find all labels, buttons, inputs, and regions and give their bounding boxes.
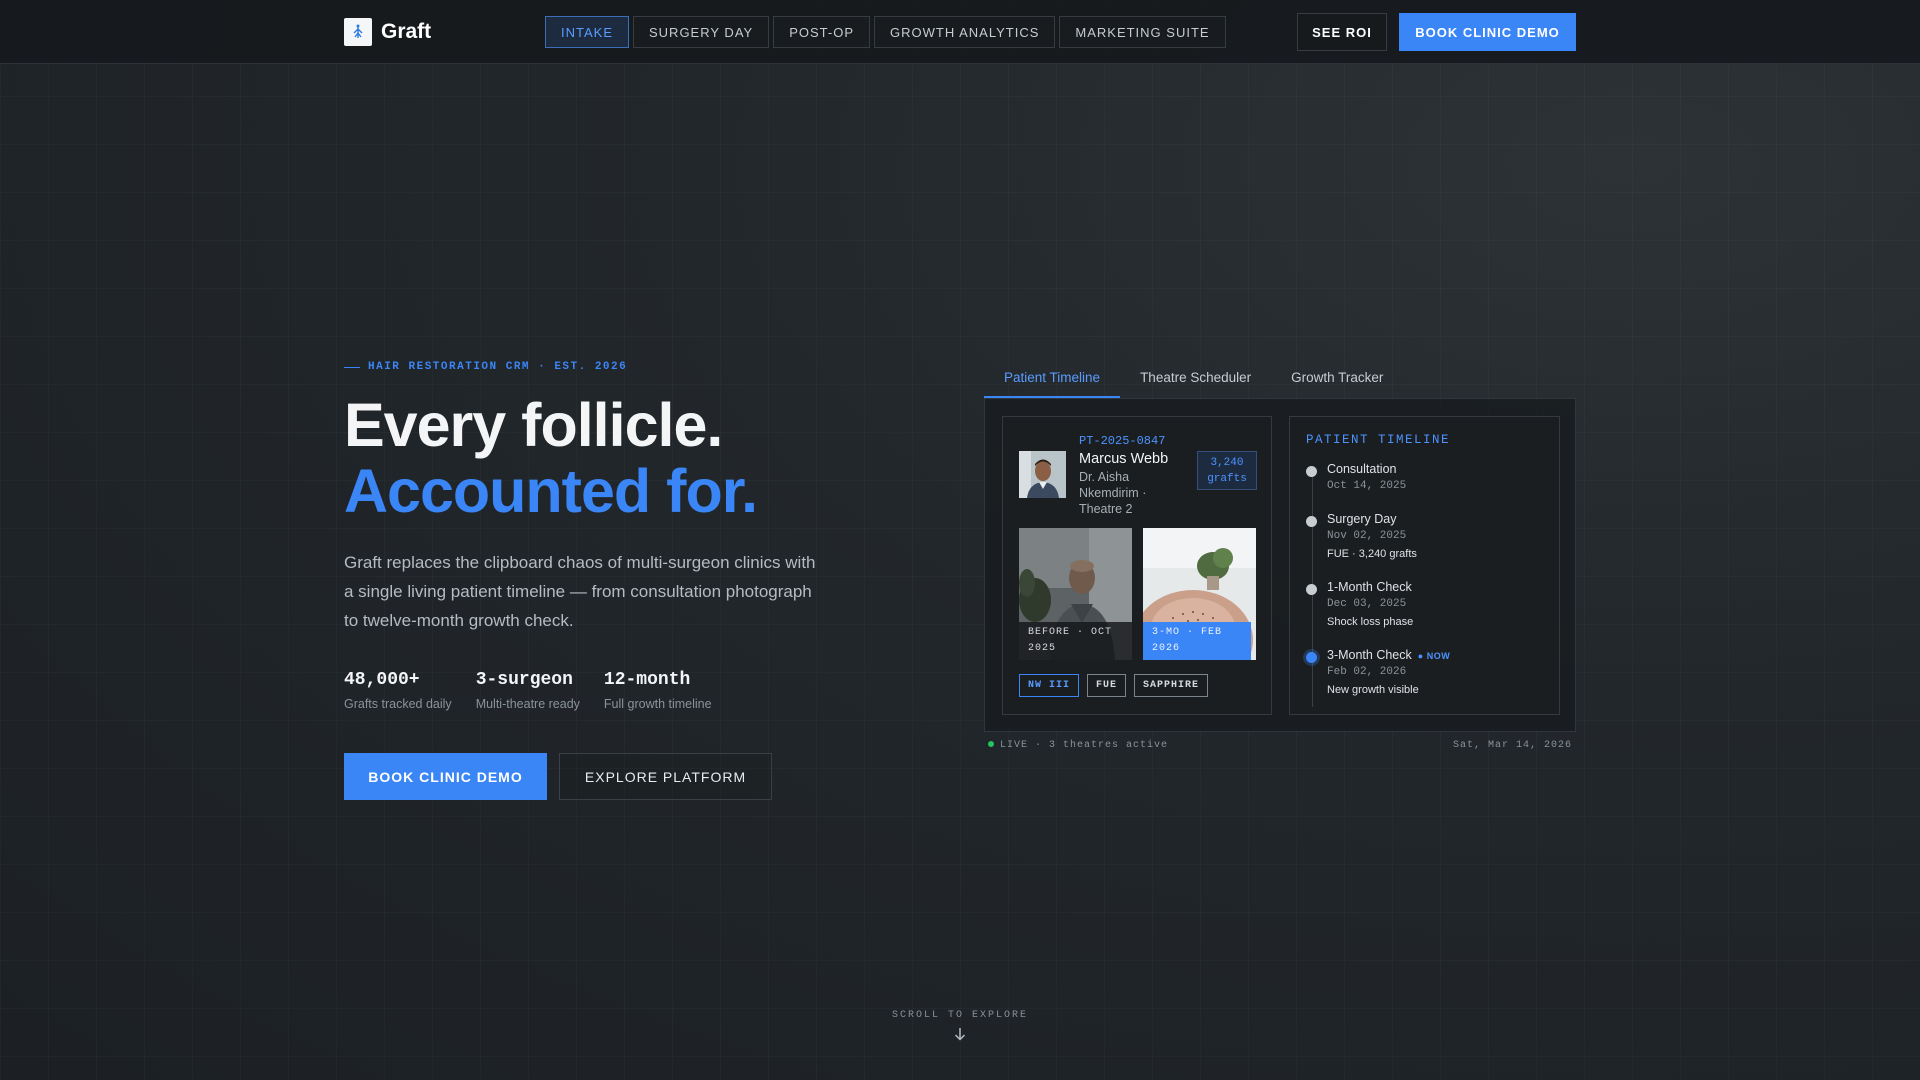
tab-surgery-day[interactable]: SURGERY DAY bbox=[633, 16, 770, 48]
live-status: LIVE · 3 theatres active bbox=[988, 740, 1168, 751]
brand-name: Graft bbox=[381, 20, 432, 43]
timeline-item-name: 1-Month Check bbox=[1327, 580, 1412, 594]
timeline-item-name: 3-Month Check ● NOW bbox=[1327, 648, 1450, 662]
patient-timeline: PATIENT TIMELINE Consultation Oct 14, 20… bbox=[1289, 416, 1560, 715]
status-date: Sat, Mar 14, 2026 bbox=[1452, 740, 1572, 751]
timeline-dot bbox=[1306, 516, 1317, 527]
stat-grafts: 48,000+ Grafts tracked daily bbox=[344, 670, 452, 711]
timeline-dot-current bbox=[1306, 652, 1317, 663]
panel-tabs: Patient Timeline Theatre Scheduler Growt… bbox=[984, 364, 1403, 398]
hero-book-demo-button[interactable]: BOOK CLINIC DEMO bbox=[344, 753, 547, 800]
timeline-item-title: 3-Month Check bbox=[1327, 648, 1412, 662]
tab-marketing-suite[interactable]: MARKETING SUITE bbox=[1059, 16, 1226, 48]
tab-theatre-scheduler[interactable]: Theatre Scheduler bbox=[1120, 364, 1271, 398]
timeline-item-date: Feb 02, 2026 bbox=[1327, 666, 1407, 678]
timeline-title: PATIENT TIMELINE bbox=[1306, 433, 1451, 447]
see-roi-button[interactable]: SEE ROI bbox=[1297, 13, 1387, 51]
now-badge: ● NOW bbox=[1417, 651, 1451, 661]
tab-growth-tracker[interactable]: Growth Tracker bbox=[1271, 364, 1403, 398]
brand[interactable]: Graft bbox=[344, 18, 431, 46]
tab-growth-analytics[interactable]: GROWTH ANALYTICS bbox=[874, 16, 1056, 48]
main-tabs: INTAKE SURGERY DAY POST-OP GROWTH ANALYT… bbox=[545, 16, 1226, 48]
timeline-item-date: Nov 02, 2025 bbox=[1327, 530, 1407, 542]
live-dot-icon bbox=[988, 741, 994, 748]
timeline-item-name: Surgery Day bbox=[1327, 512, 1397, 526]
stat-surgeons: 3-surgeon Multi-theatre ready bbox=[476, 670, 580, 711]
stat-value: 12-month bbox=[603, 670, 691, 690]
stat-value: 48,000+ bbox=[344, 670, 420, 690]
patient-doctor: Dr. Aisha Nkemdirim · Theatre 2 bbox=[1079, 470, 1147, 516]
nav-book-demo-button[interactable]: BOOK CLINIC DEMO bbox=[1399, 13, 1576, 51]
hero-eyebrow: HAIR RESTORATION CRM · EST. 2026 bbox=[344, 361, 627, 373]
stat-label: Multi-theatre ready bbox=[475, 697, 580, 711]
patient-name: Marcus Webb bbox=[1079, 451, 1169, 467]
stat-label: Full growth timeline bbox=[603, 697, 712, 711]
timeline-dot bbox=[1306, 466, 1317, 477]
scroll-hint[interactable]: SCROLL TO EXPLORE bbox=[0, 1010, 1920, 1046]
before-photo[interactable]: BEFORE · OCT 2025 bbox=[1019, 528, 1132, 660]
stat-timeline: 12-month Full growth timeline bbox=[604, 670, 712, 711]
timeline-item-name: Consultation bbox=[1327, 462, 1397, 476]
timeline-item-date: Dec 03, 2025 bbox=[1327, 598, 1407, 610]
explore-platform-button[interactable]: EXPLORE PLATFORM bbox=[559, 753, 772, 800]
patient-panel: PT-2025-0847 Marcus Webb Dr. Aisha Nkemd… bbox=[984, 398, 1576, 732]
arrow-down-icon bbox=[954, 1027, 966, 1046]
hero-headline: Every follicle. Accounted for. bbox=[344, 391, 758, 525]
after-caption: 3-MO · FEB 2026 bbox=[1143, 622, 1251, 660]
before-caption: BEFORE · OCT 2025 bbox=[1019, 622, 1132, 660]
timeline-item-date: Oct 14, 2025 bbox=[1327, 480, 1407, 492]
tab-post-op[interactable]: POST-OP bbox=[773, 16, 870, 48]
eyebrow-text: HAIR RESTORATION CRM · EST. 2026 bbox=[368, 361, 628, 373]
headline-line-2: Accounted for. bbox=[344, 457, 758, 525]
grafts-count: 3,240 bbox=[1210, 457, 1244, 469]
tab-intake[interactable]: INTAKE bbox=[545, 16, 629, 48]
patient-avatar bbox=[1019, 451, 1066, 498]
timeline-dot bbox=[1306, 584, 1317, 595]
stat-value: 3-surgeon bbox=[475, 670, 573, 690]
timeline-item-note: Shock loss phase bbox=[1327, 616, 1414, 628]
tag-norwood[interactable]: NW III bbox=[1019, 674, 1080, 697]
grafts-unit: grafts bbox=[1207, 473, 1247, 485]
eyebrow-rule bbox=[344, 366, 360, 368]
timeline-item-note: New growth visible bbox=[1327, 684, 1419, 696]
tag-fue[interactable]: FUE bbox=[1087, 674, 1127, 697]
hero-description: Graft replaces the clipboard chaos of mu… bbox=[344, 553, 816, 630]
headline-line-1: Every follicle. bbox=[344, 391, 723, 459]
hero-stats: 48,000+ Grafts tracked daily 3-surgeon M… bbox=[344, 670, 712, 711]
top-nav: Graft INTAKE SURGERY DAY POST-OP GROWTH … bbox=[0, 0, 1920, 64]
scroll-hint-text: SCROLL TO EXPLORE bbox=[891, 1010, 1029, 1021]
live-status-text: LIVE · 3 theatres active bbox=[1000, 740, 1169, 751]
patient-card[interactable]: PT-2025-0847 Marcus Webb Dr. Aisha Nkemd… bbox=[1002, 416, 1272, 715]
patient-tags: NW III FUE SAPPHIRE bbox=[1019, 674, 1209, 697]
tab-patient-timeline[interactable]: Patient Timeline bbox=[984, 364, 1121, 398]
patient-id: PT-2025-0847 bbox=[1079, 434, 1166, 448]
after-photo[interactable]: 3-MO · FEB 2026 bbox=[1143, 528, 1256, 660]
status-bar: LIVE · 3 theatres active Sat, Mar 14, 20… bbox=[988, 740, 1572, 751]
tag-sapphire[interactable]: SAPPHIRE bbox=[1134, 674, 1209, 697]
grafts-badge: 3,240 grafts bbox=[1197, 451, 1257, 490]
stat-label: Grafts tracked daily bbox=[344, 697, 452, 711]
graft-logo-icon bbox=[344, 18, 372, 46]
timeline-item-note: FUE · 3,240 grafts bbox=[1327, 548, 1417, 560]
